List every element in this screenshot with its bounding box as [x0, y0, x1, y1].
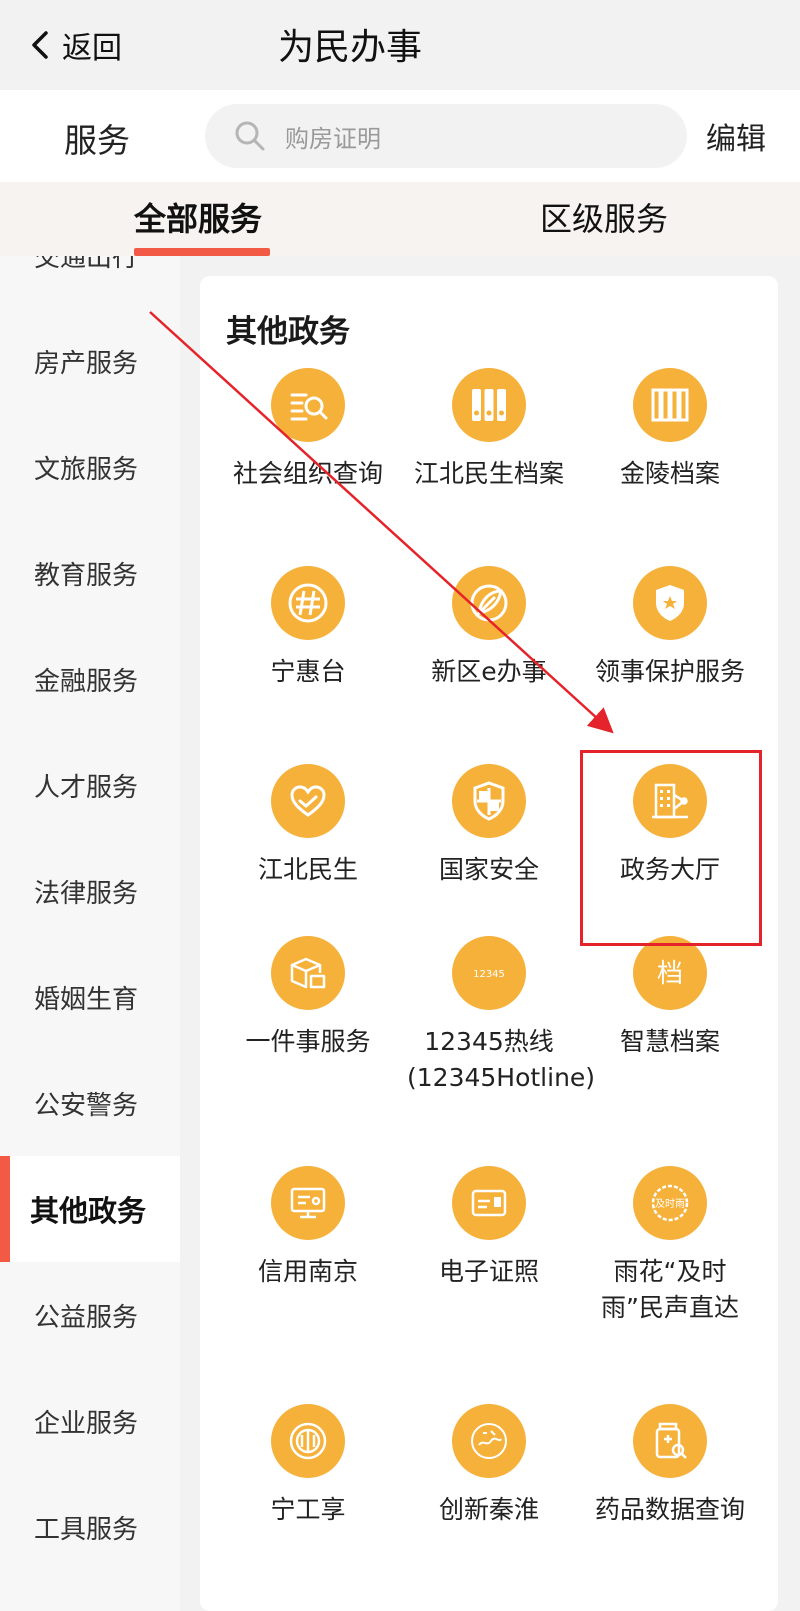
sidebar-item-finance[interactable]: 金融服务 — [0, 626, 180, 732]
service-label: 社会组织查询 — [232, 459, 383, 488]
hotline-icon: 12345 — [452, 936, 526, 1010]
service-label: 江北民生 — [257, 855, 358, 884]
service-tile[interactable]: 一件事服务 — [218, 936, 398, 1060]
section-label: 服务 — [64, 121, 130, 160]
sidebar-item-marriage[interactable]: 婚姻生育 — [0, 944, 180, 1050]
service-label: 新区e办事 — [431, 657, 547, 686]
service-tile[interactable]: 金陵档案 — [580, 368, 760, 492]
service-label: 电子证照 — [438, 1257, 539, 1286]
tab-bar: 全部服务 区级服务 — [0, 182, 800, 256]
service-label: 药品数据查询 — [594, 1495, 745, 1524]
service-tile[interactable]: 药品数据查询 — [580, 1404, 760, 1528]
page-title: 为民办事 — [277, 27, 422, 68]
sidebar-item-other-gov[interactable]: 其他政务 — [0, 1156, 180, 1262]
service-tile[interactable]: 宁惠台 — [218, 566, 398, 690]
edit-button[interactable]: 编辑 — [706, 114, 766, 158]
search-icon — [235, 121, 265, 151]
seal-icon — [271, 566, 345, 640]
badge-icon: 及时雨 — [633, 1166, 707, 1240]
sidebar-item-public-welfare[interactable]: 公益服务 — [0, 1262, 180, 1368]
tab-district-services[interactable]: 区级服务 — [540, 194, 668, 240]
sidebar-item-tools[interactable]: 工具服务 — [0, 1474, 180, 1580]
service-label: 金陵档案 — [619, 459, 720, 488]
sidebar-item-traffic[interactable]: 交通出行 — [0, 256, 180, 308]
sidebar-item-enterprise[interactable]: 企业服务 — [0, 1368, 180, 1474]
service-label: 国家安全 — [438, 855, 539, 884]
security-shield-icon — [452, 764, 526, 838]
service-tile[interactable]: 信用南京 — [218, 1166, 398, 1290]
service-tile[interactable]: 新区e办事 — [399, 566, 579, 690]
service-tile[interactable]: 国家安全 — [399, 764, 579, 888]
top-bar: 返回 为民办事 — [0, 0, 800, 90]
search-placeholder: 购房证明 — [285, 124, 381, 153]
service-tile[interactable]: 社会组织查询 — [218, 368, 398, 492]
category-sidebar[interactable]: 交通出行 房产服务 文旅服务 教育服务 金融服务 人才服务 法律服务 婚姻生育 … — [0, 256, 180, 1611]
service-label: 信用南京 — [257, 1257, 358, 1286]
hotline-icon-text: 12345 — [473, 969, 505, 980]
binders-icon — [452, 368, 526, 442]
service-tile[interactable]: 及时雨 雨花“及时雨”民声直达 — [580, 1166, 760, 1326]
service-label: 领事保护服务 — [594, 657, 745, 686]
heart-hands-icon — [271, 764, 345, 838]
sidebar-item-talent[interactable]: 人才服务 — [0, 732, 180, 838]
id-card-icon — [452, 1166, 526, 1240]
union-logo-icon — [271, 1404, 345, 1478]
shield-star-icon — [633, 566, 707, 640]
sidebar-item-housing[interactable]: 房产服务 — [0, 308, 180, 414]
qinhuai-seal-icon — [452, 1404, 526, 1478]
service-tile[interactable]: 创新秦淮 — [399, 1404, 579, 1528]
service-tile[interactable]: 12345 12345热线(12345Hotline) — [399, 936, 596, 1096]
highlight-box — [580, 750, 762, 946]
active-tab-indicator — [134, 248, 270, 256]
boxes-icon — [271, 936, 345, 1010]
service-tile[interactable]: 领事保护服务 — [580, 566, 760, 690]
search-list-icon — [271, 368, 345, 442]
service-tile[interactable]: 档 智慧档案 — [580, 936, 760, 1060]
tab-all-services[interactable]: 全部服务 — [134, 194, 262, 240]
books-icon — [633, 368, 707, 442]
sidebar-item-education[interactable]: 教育服务 — [0, 520, 180, 626]
leaf-icon — [452, 566, 526, 640]
search-row: 服务 购房证明 编辑 — [0, 90, 800, 182]
service-tile[interactable]: 宁工享 — [218, 1404, 398, 1528]
service-tile[interactable]: 江北民生 — [218, 764, 398, 888]
service-label: 创新秦淮 — [438, 1495, 539, 1524]
service-tile[interactable]: 江北民生档案 — [399, 368, 579, 492]
badge-icon-text: 及时雨 — [655, 1198, 685, 1210]
service-tile[interactable]: 电子证照 — [399, 1166, 579, 1290]
archive-icon-text: 档 — [657, 959, 683, 989]
sidebar-item-legal[interactable]: 法律服务 — [0, 838, 180, 944]
service-label: 一件事服务 — [245, 1027, 371, 1056]
medicine-search-icon — [633, 1404, 707, 1478]
service-label: 智慧档案 — [619, 1027, 720, 1056]
search-input[interactable]: 购房证明 — [205, 104, 687, 168]
archive-seal-icon: 档 — [633, 936, 707, 1010]
sidebar-item-police[interactable]: 公安警务 — [0, 1050, 180, 1156]
monitor-icon — [271, 1166, 345, 1240]
service-label: 宁工享 — [270, 1495, 346, 1524]
section-title: 其他政务 — [226, 314, 350, 350]
sidebar-item-culture-tourism[interactable]: 文旅服务 — [0, 414, 180, 520]
service-label: 雨花“及时雨”民声直达 — [601, 1257, 739, 1322]
service-label: 江北民生档案 — [413, 459, 564, 488]
service-label: 12345热线(12345Hotline) — [407, 1027, 596, 1092]
service-label: 宁惠台 — [270, 657, 346, 686]
